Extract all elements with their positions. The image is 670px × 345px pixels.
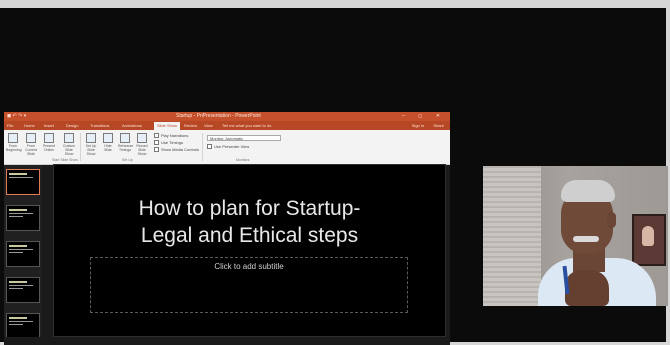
setup-icon [86,133,96,143]
slide-title-line-1: How to plan for Startup- [138,197,361,220]
window-controls[interactable]: – ◻ ✕ [402,113,446,119]
ribbon-tabs: File Home Insert Design Transitions Anim… [4,121,450,131]
slide-title-line-2: Legal and Ethical steps [140,224,359,247]
document-title: Startup - PriPresentation - PowerPoint [176,113,261,119]
rehearse-timings-button[interactable]: Rehearse Timings [118,133,133,152]
person-mustache [573,236,599,242]
present-online-button[interactable]: Present Online [42,133,56,152]
from-beginning-button[interactable]: From Beginning [6,133,22,152]
slide-thumbnail[interactable] [6,277,40,303]
quick-access-toolbar[interactable]: ◼ ↶ ↷ ▾ [7,113,26,119]
tell-me-search[interactable]: Tell me what you want to do [222,123,271,128]
group-monitors: Monitors [236,158,250,162]
status-bar [4,337,450,345]
wall-picture [632,214,666,266]
ribbon-separator [202,133,203,161]
use-timings-checkbox[interactable]: Use Timings [154,140,183,145]
record-icon [137,133,147,143]
show-media-controls-checkbox[interactable]: Show Media Controls [154,147,199,152]
sign-in-link[interactable]: Sign in [412,123,424,128]
presenter-view-checkbox[interactable]: Use Presenter View [207,144,249,149]
ribbon-separator [80,133,81,161]
powerpoint-window: ◼ ↶ ↷ ▾ Startup - PriPresentation - Powe… [4,112,450,345]
person-hair [561,180,615,202]
title-bar: ◼ ↶ ↷ ▾ Startup - PriPresentation - Powe… [4,112,450,121]
window-blind [483,166,541,306]
top-edge [0,0,670,8]
person-hand [565,270,609,306]
monitor-select[interactable]: Monitor: Automatic [207,135,281,141]
timer-icon [120,133,130,143]
share-button[interactable]: Share [433,123,444,128]
ribbon: From Beginning From Current Slide Presen… [4,130,450,165]
tab-view[interactable]: View [204,123,213,128]
participant-video[interactable] [483,166,668,306]
hide-slide-button[interactable]: Hide Slide [101,133,115,152]
tab-transitions[interactable]: Transitions [90,123,109,128]
tab-file[interactable]: File [7,123,13,128]
slide-canvas[interactable]: How to plan for Startup- Legal and Ethic… [53,164,446,337]
present-online-icon [44,133,54,143]
slide-thumbnail[interactable] [6,169,40,195]
slide-thumbnail[interactable] [6,241,40,267]
record-slide-show-button[interactable]: Record Slide Show [135,133,149,156]
person-ear [607,212,616,228]
tab-review[interactable]: Review [184,123,197,128]
hide-slide-icon [103,133,113,143]
set-up-slide-show-button[interactable]: Set Up Slide Show [84,133,98,156]
play-narrations-checkbox[interactable]: Play Narrations [154,133,188,138]
subtitle-placeholder[interactable]: Click to add subtitle [90,257,408,313]
slide-thumbnail[interactable] [6,205,40,231]
group-start-slide-show: Start Slide Show [52,158,78,162]
slideshow-icon [26,133,36,143]
tab-home[interactable]: Home [24,123,35,128]
slide-thumbnail[interactable] [6,313,40,339]
group-set-up: Set Up [122,158,133,162]
tab-animations[interactable]: Animations [122,123,142,128]
tab-design[interactable]: Design [66,123,78,128]
subtitle-placeholder-text: Click to add subtitle [214,262,284,271]
custom-slide-show-button[interactable]: Custom Slide Show [62,133,76,156]
tab-insert[interactable]: Insert [44,123,54,128]
custom-show-icon [64,133,74,143]
slideshow-icon [8,133,18,143]
slide-thumbnail-pane [4,165,42,345]
from-current-slide-button[interactable]: From Current Slide [24,133,38,156]
slide-title[interactable]: How to plan for Startup- Legal and Ethic… [54,195,445,249]
